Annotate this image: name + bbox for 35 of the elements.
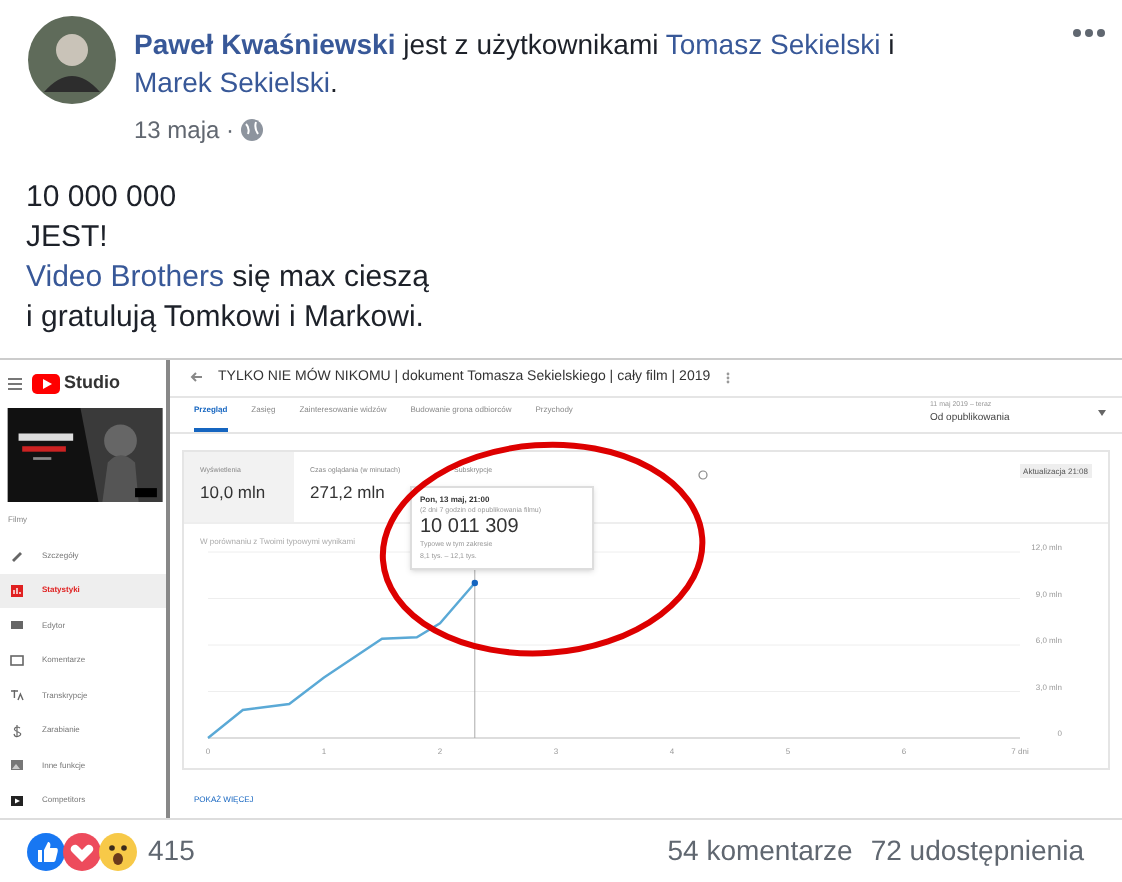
- info-icon: [698, 470, 708, 480]
- play-icon: [10, 793, 24, 808]
- reaction-count[interactable]: 415: [148, 830, 195, 872]
- studio-logo: Studio: [64, 370, 120, 397]
- comments-link[interactable]: 54 komentarze: [667, 830, 853, 872]
- post-text: Video Brothers się max cieszą: [26, 258, 431, 298]
- post-text: JEST!: [26, 218, 110, 258]
- tagged-user-link[interactable]: Marek Sekielski: [134, 66, 331, 98]
- more-icon[interactable]: [1072, 28, 1106, 38]
- shares-link[interactable]: 72 udostępnienia: [870, 830, 1084, 872]
- image-icon: [10, 758, 24, 773]
- dollar-icon: [10, 723, 24, 738]
- kebab-icon[interactable]: [726, 371, 731, 384]
- data-point: [471, 579, 478, 587]
- tooltip-value: 10 011 309: [420, 516, 521, 541]
- bar-chart-icon: [10, 583, 24, 598]
- post-date[interactable]: 13 maja ·: [134, 112, 235, 148]
- page-link[interactable]: Video Brothers: [26, 260, 224, 294]
- post-text: i gratulują Tomkowi i Markowi.: [26, 298, 426, 338]
- avatar[interactable]: [28, 16, 116, 104]
- comment-icon: [10, 653, 24, 668]
- translate-icon: [10, 688, 24, 703]
- caret-icon: [1098, 410, 1106, 417]
- play-logo-icon: [32, 373, 60, 394]
- like-icon[interactable]: [26, 831, 66, 871]
- wow-face-icon[interactable]: [98, 831, 138, 871]
- film-icon: [10, 618, 24, 633]
- menu-icon[interactable]: [8, 377, 22, 390]
- pencil-icon: [10, 548, 24, 563]
- post-text: 10 000 000: [26, 178, 179, 218]
- back-arrow-icon[interactable]: [190, 372, 202, 383]
- post-header: Paweł Kwaśniewski jest z użytkownikami Tomasz Sekielski i Marek Sekielski.: [134, 26, 897, 102]
- tagged-user-link[interactable]: Tomasz Sekielski: [665, 28, 881, 60]
- globe-icon: [240, 118, 265, 142]
- author-link[interactable]: Paweł Kwaśniewski: [134, 28, 396, 60]
